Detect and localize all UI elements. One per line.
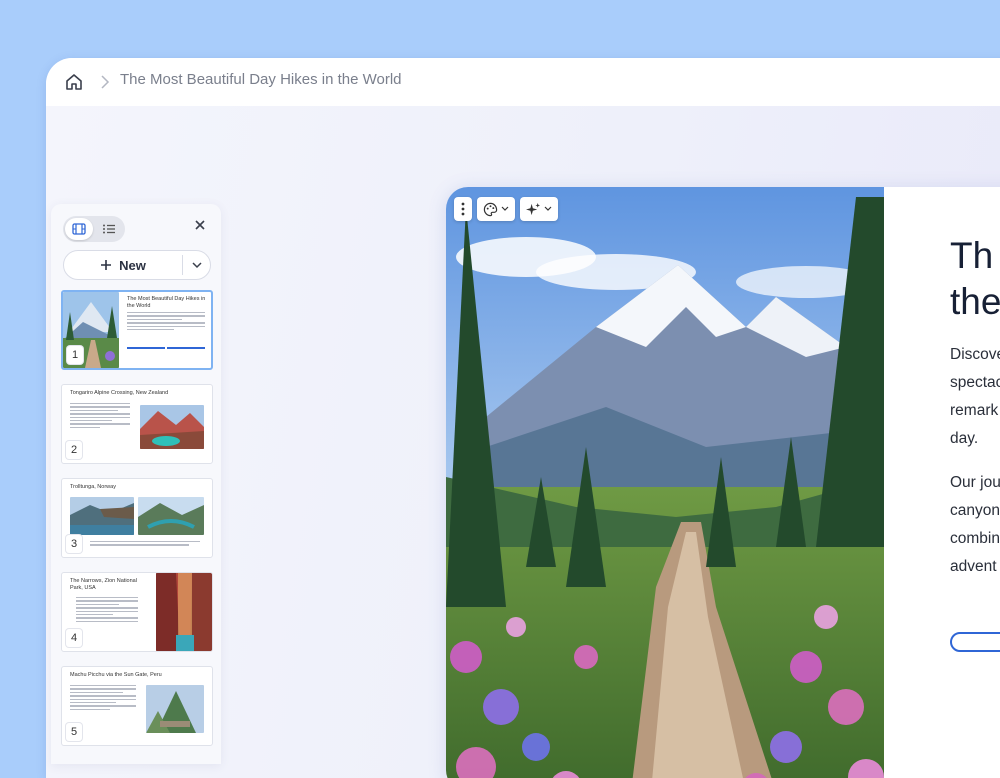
thumbnail-image — [146, 685, 204, 733]
thumbnail-image — [138, 497, 204, 535]
thumbnail-image — [70, 497, 134, 535]
new-slide-split-button: New — [63, 250, 211, 280]
thumbnail-image — [140, 405, 204, 449]
slides-panel: New The Most Beautiful Day Hikes in the … — [51, 204, 221, 764]
new-slide-dropdown[interactable] — [183, 251, 211, 279]
ai-button[interactable] — [520, 197, 558, 221]
style-button[interactable] — [477, 197, 515, 221]
home-icon[interactable] — [64, 72, 84, 92]
slide-thumbnail-4[interactable]: The Narrows, Zion National Park, USA 4 — [61, 572, 213, 652]
thumbnail-text — [70, 685, 136, 712]
view-toggle — [63, 216, 125, 242]
chevron-down-icon — [544, 206, 552, 211]
slide-title[interactable]: Th the — [950, 233, 1000, 325]
filmstrip-icon — [72, 223, 86, 235]
slide-number: 5 — [66, 723, 82, 741]
list-view-button[interactable] — [95, 218, 123, 240]
chevron-right-icon — [101, 75, 110, 89]
sparkle-icon — [526, 202, 541, 215]
slide-number: 4 — [66, 629, 82, 647]
plus-icon — [101, 260, 112, 270]
thumbnail-button-line — [127, 347, 165, 349]
top-bar: The Most Beautiful Day Hikes in the Worl… — [46, 58, 1000, 107]
thumbnail-title: Trolltunga, Norway — [70, 484, 116, 490]
filmstrip-view-button[interactable] — [65, 218, 93, 240]
breadcrumb-title[interactable]: The Most Beautiful Day Hikes in the Worl… — [120, 71, 402, 88]
slide-number: 1 — [67, 346, 83, 364]
slide-text-block: Th the Discove spectac remark day. Our j… — [950, 233, 1000, 581]
thumbnail-title: Machu Picchu via the Sun Gate, Peru — [70, 672, 162, 678]
image-toolbar — [454, 197, 558, 221]
app-window: The Most Beautiful Day Hikes in the Worl… — [46, 58, 1000, 778]
close-icon[interactable] — [193, 218, 207, 232]
slide-thumbnail-5[interactable]: Machu Picchu via the Sun Gate, Peru 5 — [61, 666, 213, 746]
more-options-button[interactable] — [454, 197, 472, 221]
thumbnail-text — [90, 541, 200, 548]
new-slide-button[interactable]: New — [64, 251, 182, 279]
slide-paragraph-1[interactable]: Discove spectac remark day. — [950, 341, 1000, 453]
slide-paragraph-2[interactable]: Our jou canyon combin advent — [950, 469, 1000, 581]
thumbnail-text — [127, 312, 205, 332]
new-slide-label: New — [119, 257, 146, 273]
thumbnail-button-line — [167, 347, 205, 349]
slide-number: 2 — [66, 441, 82, 459]
thumbnail-title: The Most Beautiful Day Hikes in the Worl… — [127, 296, 206, 309]
thumbnail-text — [76, 597, 138, 624]
thumbnail-title: The Narrows, Zion National Park, USA — [70, 578, 137, 591]
slide-thumbnail-3[interactable]: Trolltunga, Norway 3 — [61, 478, 213, 558]
thumbnail-title: Tongariro Alpine Crossing, New Zealand — [70, 390, 169, 396]
chevron-down-icon — [192, 262, 202, 269]
thumbnail-image — [156, 573, 212, 651]
list-icon — [103, 224, 115, 234]
slide-thumbnail-1[interactable]: The Most Beautiful Day Hikes in the Worl… — [61, 290, 213, 370]
kebab-menu-icon — [461, 202, 465, 216]
main-slide-canvas[interactable]: Th the Discove spectac remark day. Our j… — [446, 187, 1000, 778]
palette-icon — [483, 202, 498, 216]
slide-number: 3 — [66, 535, 82, 553]
hero-image[interactable] — [446, 187, 884, 778]
chevron-down-icon — [501, 206, 509, 211]
editor-stage: New The Most Beautiful Day Hikes in the … — [46, 106, 1000, 778]
slide-thumbnails: The Most Beautiful Day Hikes in the Worl… — [61, 290, 213, 760]
slide-thumbnail-2[interactable]: Tongariro Alpine Crossing, New Zealand 2 — [61, 384, 213, 464]
slide-cta-button[interactable] — [950, 632, 1000, 652]
thumbnail-text — [70, 403, 130, 430]
